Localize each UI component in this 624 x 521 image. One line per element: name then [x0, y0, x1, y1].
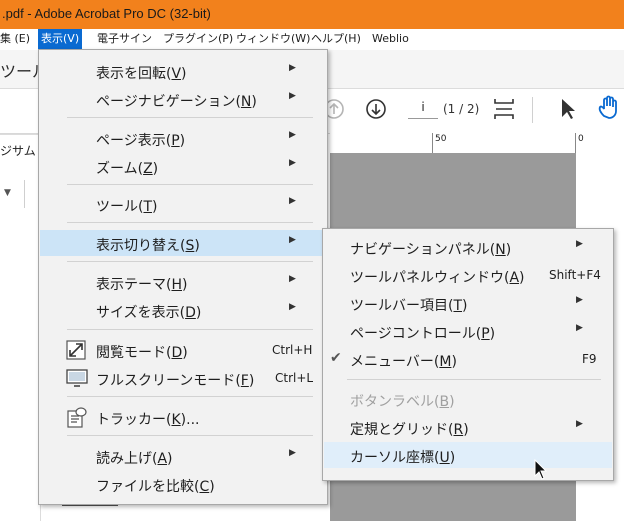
submenu-item-cursor-coordinates[interactable]: カーソル座標(U): [324, 442, 612, 468]
view-menu: 表示を回転(V) ▶ ページナビゲーション(N) ▶ ページ表示(P) ▶ ズー…: [38, 49, 328, 505]
submenu-arrow-icon: ▶: [576, 323, 583, 333]
menu-view[interactable]: 表示(V): [38, 29, 83, 49]
menu-separator: [67, 261, 313, 262]
submenu-arrow-icon: ▶: [289, 235, 296, 245]
page-count: (1 / 2): [443, 102, 480, 116]
tracker-icon: [67, 407, 87, 428]
menu-separator: [67, 396, 313, 397]
ruler-label-50: 50: [435, 134, 447, 144]
show-hide-submenu: ナビゲーションパネル(N) ▶ ツールパネルウィンドウ(A) Shift+F4 …: [322, 228, 614, 481]
submenu-item-page-controls[interactable]: ページコントロール(P) ▶: [324, 318, 612, 344]
menu-item-show-hide[interactable]: 表示切り替え(S) ▶: [40, 230, 326, 256]
menu-separator: [67, 222, 313, 223]
mouse-cursor-icon: [534, 459, 548, 480]
menu-window[interactable]: ウィンドウ(W): [236, 29, 310, 49]
menu-help[interactable]: ヘルプ(H): [311, 29, 361, 49]
submenu-item-toolbar-items[interactable]: ツールバー項目(T) ▶: [324, 290, 612, 316]
submenu-arrow-icon: ▶: [289, 196, 296, 206]
menu-weblio[interactable]: Weblio: [372, 29, 409, 49]
ruler-tick: [432, 133, 433, 153]
toolbar-divider: [532, 97, 533, 123]
menu-item-read-aloud[interactable]: 読み上げ(A) ▶: [40, 443, 326, 469]
submenu-item-rulers-grids[interactable]: 定規とグリッド(R) ▶: [324, 414, 612, 440]
monitor-icon: [66, 369, 88, 387]
submenu-arrow-icon: ▶: [289, 448, 296, 458]
menu-item-tools[interactable]: ツール(T) ▶: [40, 191, 326, 217]
submenu-arrow-icon: ▶: [289, 63, 296, 73]
submenu-item-menu-bar[interactable]: ✔ メニューバー(M) F9: [324, 346, 612, 372]
menu-item-compare-files[interactable]: ファイルを比較(C): [40, 471, 326, 497]
ruler-label-0: 0: [578, 134, 584, 144]
page-number-input[interactable]: i: [408, 100, 438, 119]
submenu-arrow-icon: ▶: [289, 302, 296, 312]
next-page-icon[interactable]: [364, 97, 388, 121]
menu-item-display-theme[interactable]: 表示テーマ(H) ▶: [40, 269, 326, 295]
submenu-arrow-icon: ▶: [576, 419, 583, 429]
submenu-arrow-icon: ▶: [576, 239, 583, 249]
ruler-tick-zero: [575, 133, 576, 153]
window-title: .pdf - Adobe Acrobat Pro DC (32-bit): [2, 6, 211, 21]
menu-item-page-display[interactable]: ページ表示(P) ▶: [40, 125, 326, 151]
submenu-arrow-icon: ▶: [289, 274, 296, 284]
menu-plugins[interactable]: プラグイン(P): [163, 29, 233, 49]
title-bar: .pdf - Adobe Acrobat Pro DC (32-bit): [0, 0, 624, 29]
fit-page-icon[interactable]: [492, 96, 516, 122]
submenu-item-navigation-panes[interactable]: ナビゲーションパネル(N) ▶: [324, 234, 612, 260]
left-panel-border: [0, 134, 40, 135]
menu-bar: 集 (E) 表示(V) 電子サイン プラグイン(P) ウィンドウ(W) ヘルプ(…: [0, 29, 624, 50]
menu-item-show-size[interactable]: サイズを表示(D) ▶: [40, 297, 326, 323]
menu-separator: [67, 184, 313, 185]
left-panel-text: ジサム: [0, 144, 36, 158]
left-divider: [24, 180, 25, 208]
checkmark-icon: ✔: [330, 350, 342, 366]
menu-separator: [67, 117, 313, 118]
submenu-arrow-icon: ▶: [289, 130, 296, 140]
submenu-item-button-labels: ボタンラベル(B): [350, 394, 455, 410]
menu-separator: [67, 329, 313, 330]
menu-item-fullscreen-mode[interactable]: フルスクリーンモード(F) Ctrl+L: [40, 365, 326, 391]
submenu-arrow-icon: ▶: [576, 295, 583, 305]
expand-icon: [66, 340, 86, 360]
menu-edit[interactable]: 集 (E): [0, 29, 30, 49]
menu-esign[interactable]: 電子サイン: [97, 29, 152, 49]
menu-separator: [67, 435, 313, 436]
menu-item-page-navigation[interactable]: ページナビゲーション(N) ▶: [40, 86, 326, 112]
submenu-arrow-icon: ▶: [289, 158, 296, 168]
submenu-item-tools-pane[interactable]: ツールパネルウィンドウ(A) Shift+F4: [324, 262, 612, 288]
menu-item-zoom[interactable]: ズーム(Z) ▶: [40, 153, 326, 179]
select-tool-icon[interactable]: [558, 96, 578, 122]
menu-item-reading-mode[interactable]: 閲覧モード(D) Ctrl+H: [40, 337, 326, 363]
menu-item-tracker[interactable]: トラッカー(K)...: [40, 404, 326, 430]
menu-item-rotate-view[interactable]: 表示を回転(V) ▶: [40, 58, 326, 84]
submenu-arrow-icon: ▶: [289, 91, 296, 101]
left-dropdown-icon[interactable]: ▼: [4, 188, 11, 198]
hand-tool-icon[interactable]: [596, 94, 624, 122]
menu-separator: [347, 379, 601, 380]
